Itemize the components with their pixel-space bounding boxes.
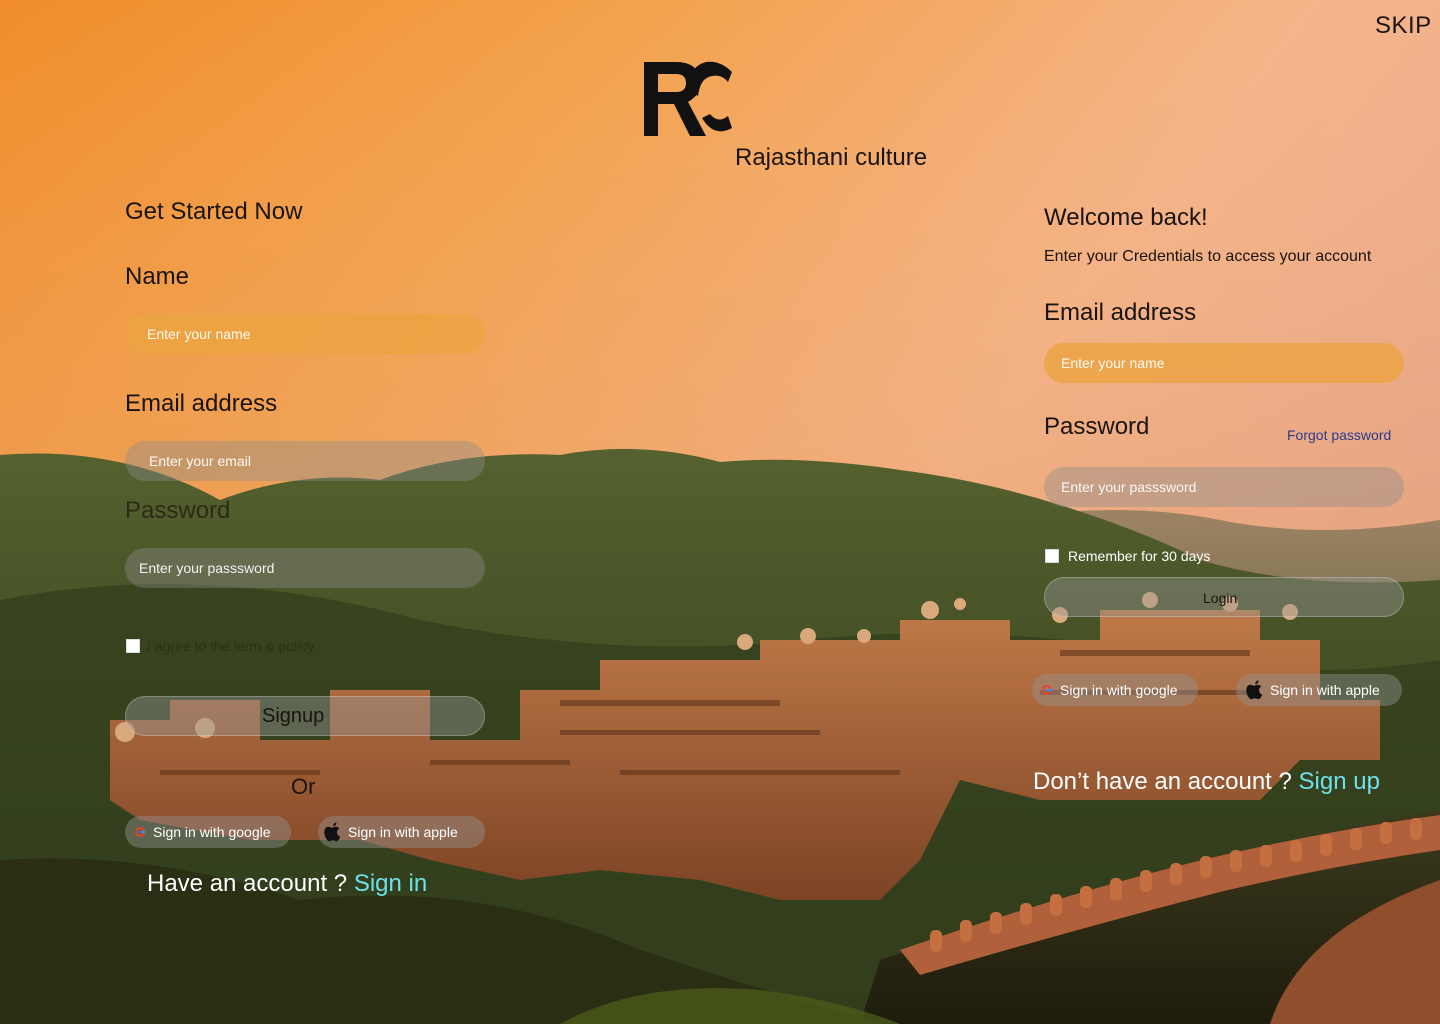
signup-name-input[interactable] (125, 314, 485, 354)
signup-google-button[interactable]: Sign in with google (125, 816, 291, 848)
login-subtitle: Enter your Credentials to access your ac… (1044, 248, 1372, 265)
signup-title: Get Started Now (125, 198, 303, 225)
login-email-input[interactable] (1044, 343, 1404, 383)
forgot-password-link[interactable]: Forgot password (1287, 427, 1391, 443)
login-button-label: Login (1203, 590, 1238, 606)
signup-button-label: Signup (262, 705, 325, 727)
rc-logo: RC (644, 61, 732, 136)
login-password-label: Password (1044, 413, 1150, 440)
brand-name: Rajasthani culture (735, 144, 928, 171)
terms-checkbox[interactable] (126, 639, 140, 653)
google-icon (135, 827, 145, 837)
apple-icon (1246, 680, 1263, 700)
google-button-label: Sign in with google (153, 824, 271, 840)
or-divider: Or (291, 774, 316, 799)
google-button-label: Sign in with google (1060, 682, 1178, 698)
signin-prompt: Have an account ? Sign in (147, 870, 427, 898)
remember-checkbox[interactable] (1045, 549, 1059, 563)
skip-button[interactable]: SKIP (1375, 12, 1432, 40)
login-apple-button[interactable]: Sign in with apple (1236, 674, 1402, 706)
signup-password-label: Password (125, 497, 231, 524)
login-email-label: Email address (1044, 299, 1197, 326)
signup-email-input[interactable] (125, 441, 485, 481)
signup-button[interactable]: Signup (125, 696, 485, 736)
signup-apple-button[interactable]: Sign in with apple (318, 816, 485, 848)
google-icon (1042, 685, 1052, 695)
login-google-button[interactable]: Sign in with google (1032, 674, 1198, 706)
signin-link[interactable]: Sign in (354, 870, 427, 897)
apple-button-label: Sign in with apple (348, 824, 458, 840)
terms-label: I agree to the term & policy (147, 638, 315, 654)
apple-button-label: Sign in with apple (1270, 682, 1380, 698)
no-account-text: Don’t have an account ? (1033, 768, 1292, 795)
signup-prompt: Don’t have an account ? Sign up (1033, 768, 1380, 796)
have-account-text: Have an account ? (147, 870, 348, 897)
login-password-input[interactable] (1044, 467, 1404, 507)
signup-password-input[interactable] (125, 548, 485, 588)
login-button[interactable]: Login (1044, 577, 1404, 617)
apple-icon (324, 822, 341, 842)
remember-label: Remember for 30 days (1068, 548, 1211, 564)
login-title: Welcome back! (1044, 204, 1208, 231)
signup-email-label: Email address (125, 390, 278, 417)
name-label: Name (125, 263, 190, 290)
signup-link[interactable]: Sign up (1299, 768, 1380, 795)
